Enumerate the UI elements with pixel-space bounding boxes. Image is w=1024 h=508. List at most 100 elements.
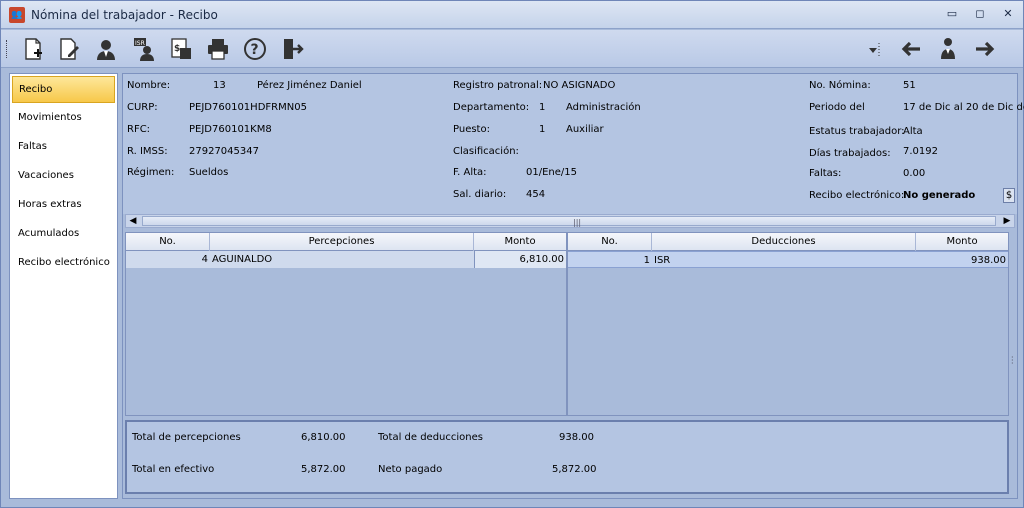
col-header-monto[interactable]: Monto: [474, 233, 566, 251]
col-header-no[interactable]: No.: [568, 233, 652, 251]
faltas-label: Faltas:: [809, 168, 842, 179]
sidebar-item-faltas[interactable]: Faltas: [10, 132, 117, 161]
new-doc-icon: [25, 38, 42, 60]
regimen-label: Régimen:: [127, 167, 175, 178]
scroll-thumb[interactable]: |||: [142, 216, 996, 227]
employee-info-panel: Nombre: 13 Pérez Jiménez Daniel CURP: PE…: [123, 74, 1024, 214]
horizontal-scrollbar[interactable]: ◀ ||| ▶: [125, 214, 1015, 228]
col-header-deducciones[interactable]: Deducciones: [652, 233, 916, 251]
window-title: Nómina del trabajador - Recibo: [31, 7, 218, 22]
recibo-electronico-button[interactable]: $: [1003, 188, 1015, 203]
row-no: 4: [201, 254, 208, 265]
svg-text:$: $: [174, 44, 180, 54]
depto-value: Administración: [566, 102, 641, 113]
nombre-number: 13: [213, 80, 226, 91]
toolbar: ISR $ ?: [1, 30, 1023, 68]
percepciones-header: No. Percepciones Monto: [126, 233, 566, 251]
row-concepto: AGUINALDO: [212, 254, 273, 265]
estatus-label: Estatus trabajador:: [809, 126, 905, 137]
calc-employee-button[interactable]: ISR: [129, 35, 157, 63]
col-header-no[interactable]: No.: [126, 233, 210, 251]
scroll-left-icon[interactable]: ◀: [126, 215, 140, 227]
employee-select-button[interactable]: [934, 35, 962, 63]
row-no: 1: [643, 255, 650, 266]
user-calc-icon: ISR: [134, 38, 154, 61]
rfc-value: PEJD760101KM8: [189, 124, 272, 135]
registro-value: NO ASIGNADO: [543, 80, 616, 91]
scroll-right-icon[interactable]: ▶: [1000, 215, 1014, 227]
sidebar-item-horas-extras[interactable]: Horas extras: [10, 190, 117, 219]
scroll-grip-icon: |||: [573, 218, 582, 227]
col-header-monto[interactable]: Monto: [916, 233, 1008, 251]
edit-doc-icon: [60, 38, 79, 60]
dias-label: Días trabajados:: [809, 148, 891, 159]
salario-label: Sal. diario:: [453, 189, 507, 200]
salario-value: 454: [526, 189, 546, 200]
neto-pagado-value: 5,872.00: [552, 464, 597, 475]
new-doc-button[interactable]: [19, 35, 47, 63]
people-icon: 👥: [9, 6, 25, 23]
sidebar-item-vacaciones[interactable]: Vacaciones: [10, 161, 117, 190]
next-employee-button[interactable]: [971, 35, 999, 63]
nombre-label: Nombre:: [127, 80, 171, 91]
minimize-button[interactable]: ▭: [945, 7, 959, 21]
imss-value: 27927045347: [189, 146, 259, 157]
print-button[interactable]: [204, 35, 232, 63]
table-row[interactable]: 1 ISR 938.00: [568, 251, 1008, 268]
toolbar-grip[interactable]: [6, 40, 9, 58]
depto-label: Departamento:: [453, 102, 530, 113]
edit-doc-button[interactable]: [55, 35, 83, 63]
total-efectivo-value: 5,872.00: [301, 464, 346, 475]
arrow-left-icon: [901, 41, 920, 57]
recibo-electronico-label: Recibo electrónico:: [809, 190, 905, 201]
total-percepciones-value: 6,810.00: [301, 432, 346, 443]
curp-value: PEJD760101HDFRMN05: [189, 102, 307, 113]
puesto-number: 1: [539, 124, 546, 135]
restore-button[interactable]: ◻: [973, 7, 987, 21]
help-button[interactable]: ?: [241, 35, 269, 63]
print-icon: [208, 39, 228, 60]
person-icon: [941, 38, 955, 59]
sidebar-nav: Recibo Movimientos Faltas Vacaciones Hor…: [9, 73, 118, 499]
toolbar-dropdown-button[interactable]: [865, 35, 881, 63]
sidebar-item-acumulados[interactable]: Acumulados: [10, 219, 117, 248]
total-deducciones-label: Total de deducciones: [378, 432, 483, 443]
periodo-label: Periodo del: [809, 102, 865, 113]
recibo-electronico-value: No generado: [903, 190, 976, 201]
svg-text:ISR: ISR: [135, 40, 145, 47]
prev-employee-button[interactable]: [897, 35, 925, 63]
total-percepciones-label: Total de percepciones: [132, 432, 241, 443]
puesto-label: Puesto:: [453, 124, 490, 135]
employee-button[interactable]: [92, 35, 120, 63]
nombre-value: Pérez Jiménez Daniel: [257, 80, 362, 91]
row-concepto: ISR: [654, 255, 671, 266]
regimen-value: Sueldos: [189, 167, 229, 178]
fecha-alta-label: F. Alta:: [453, 167, 487, 178]
puesto-value: Auxiliar: [566, 124, 604, 135]
user-icon: [97, 40, 115, 60]
row-monto: 6,810.00: [474, 251, 566, 268]
totals-panel: Total de percepciones 6,810.00 Total de …: [125, 420, 1009, 494]
estatus-value: Alta: [903, 126, 923, 137]
periodo-value: 17 de Dic al 20 de Dic del: [903, 102, 1024, 113]
nomina-label: No. Nómina:: [809, 80, 871, 91]
col-header-percepciones[interactable]: Percepciones: [210, 233, 474, 251]
exit-button[interactable]: [278, 35, 306, 63]
rfc-label: RFC:: [127, 124, 151, 135]
row-monto: 938.00: [971, 255, 1006, 266]
exit-icon: [284, 39, 304, 59]
table-row[interactable]: 4 AGUINALDO 6,810.00: [126, 251, 566, 268]
splitter-grip-icon[interactable]: · · ·: [1011, 354, 1015, 368]
imss-label: R. IMSS:: [127, 146, 168, 157]
sidebar-item-recibo-electronico[interactable]: Recibo electrónico: [10, 248, 117, 277]
title-bar: 👥 Nómina del trabajador - Recibo ▭ ◻ ✕: [1, 1, 1023, 29]
curp-label: CURP:: [127, 102, 158, 113]
percepciones-table: No. Percepciones Monto 4 AGUINALDO 6,810…: [125, 232, 567, 416]
neto-pagado-label: Neto pagado: [378, 464, 443, 475]
fecha-alta-value: 01/Ene/15: [526, 167, 577, 178]
depto-number: 1: [539, 102, 546, 113]
sidebar-item-recibo[interactable]: Recibo: [12, 76, 115, 103]
money-doc-button[interactable]: $: [167, 35, 195, 63]
sidebar-item-movimientos[interactable]: Movimientos: [10, 103, 117, 132]
close-button[interactable]: ✕: [1001, 7, 1015, 21]
